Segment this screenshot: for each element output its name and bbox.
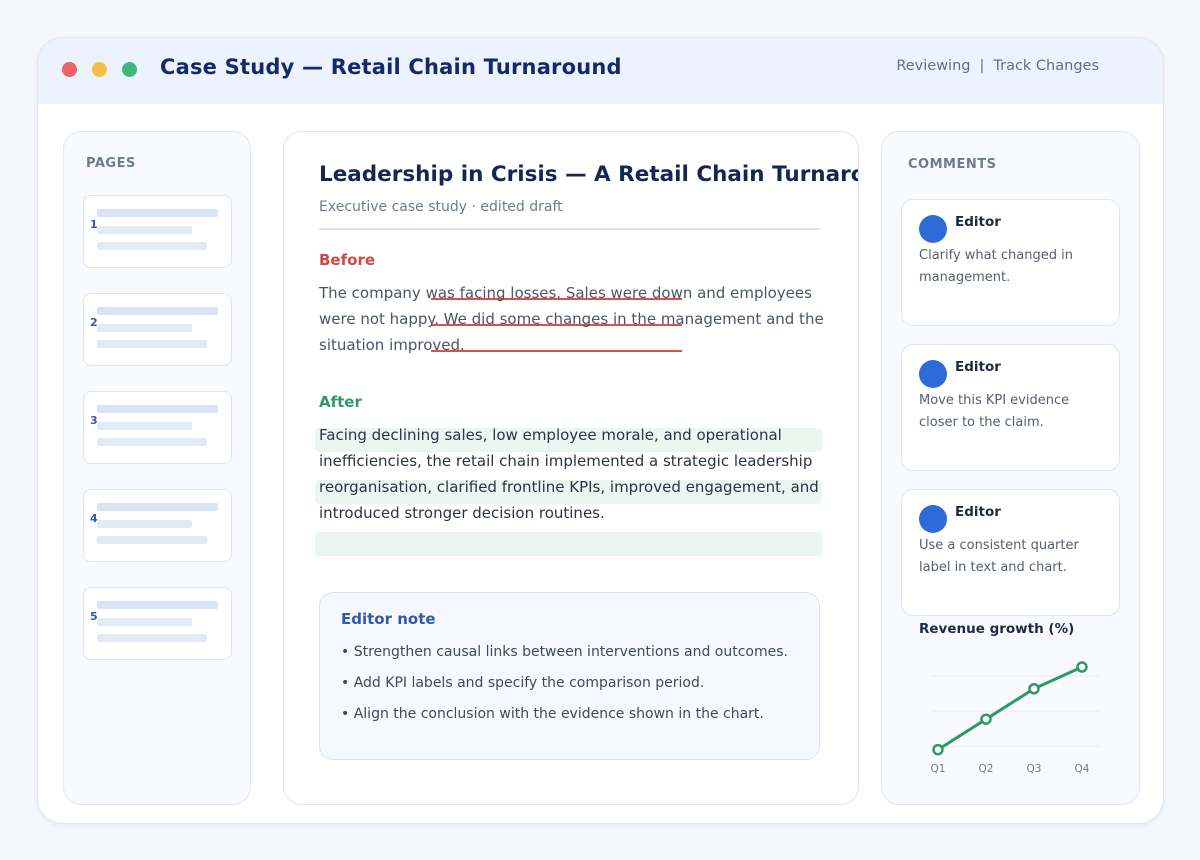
- editor-note-item: • Align the conclusion with the evidence…: [341, 706, 764, 722]
- revenue-growth-chart: Q1 Q2 Q3 Q4: [931, 661, 1100, 775]
- review-mode-indicator: Reviewing | Track Changes: [896, 58, 1099, 74]
- editor-note-title: Editor note: [341, 610, 436, 628]
- comments-panel: COMMENTS Editor Clarify what changed in …: [881, 131, 1140, 805]
- window-title: Case Study — Retail Chain Turnaround: [160, 55, 622, 79]
- thumbnail-line: [97, 340, 207, 348]
- x-axis-tick-label: Q1: [931, 763, 946, 775]
- thumbnail-line: [97, 520, 192, 528]
- page-thumbnail-5[interactable]: 5: [83, 587, 232, 660]
- editor-note-box: Editor note • Strengthen causal links be…: [319, 592, 820, 760]
- track-changes-label[interactable]: Track Changes: [993, 58, 1099, 74]
- x-axis-tick-label: Q2: [979, 763, 994, 775]
- document-window: Case Study — Retail Chain Turnaround Rev…: [37, 37, 1164, 824]
- chart-data-point: [980, 713, 992, 725]
- thumbnail-line: [97, 503, 218, 511]
- insertion-highlight: [315, 532, 822, 556]
- before-paragraph[interactable]: The company was facing losses. Sales wer…: [319, 280, 831, 358]
- thumbnail-line: [97, 601, 218, 609]
- thumbnail-line: [97, 422, 192, 430]
- thumbnail-line: [97, 324, 192, 332]
- editor-note-item: • Add KPI labels and specify the compari…: [341, 675, 705, 691]
- chart-data-point: [1028, 683, 1040, 695]
- mode-separator: |: [979, 58, 985, 74]
- title-divider: [319, 228, 820, 230]
- thumbnail-line: [97, 226, 192, 234]
- after-heading: After: [319, 393, 362, 411]
- thumbnail-line: [97, 242, 207, 250]
- before-heading: Before: [319, 251, 376, 269]
- chart-data-point: [1076, 661, 1088, 673]
- document-subtitle: Executive case study · edited draft: [319, 199, 563, 215]
- thumbnail-line: [97, 438, 207, 446]
- close-window-button[interactable]: [62, 62, 77, 77]
- maximize-window-button[interactable]: [122, 62, 137, 77]
- thumbnail-line: [97, 405, 218, 413]
- document-title: Leadership in Crisis — A Retail Chain Tu…: [319, 162, 859, 187]
- thumbnail-line: [97, 634, 207, 642]
- chart-data-point: [932, 743, 944, 756]
- x-axis-tick-label: Q3: [1027, 763, 1042, 775]
- minimize-window-button[interactable]: [92, 62, 107, 77]
- page-thumbnail-4[interactable]: 4: [83, 489, 232, 562]
- x-axis-tick-label: Q4: [1075, 763, 1090, 775]
- pages-panel-title: PAGES: [86, 156, 136, 171]
- after-paragraph[interactable]: Facing declining sales, low employee mor…: [319, 422, 831, 526]
- thumbnail-line: [97, 536, 207, 544]
- pages-panel: PAGES 1 2 3 4 5: [63, 131, 251, 805]
- thumbnail-line: [97, 209, 218, 217]
- revenue-series-line: [936, 665, 1084, 752]
- reviewing-label[interactable]: Reviewing: [896, 58, 970, 74]
- thumbnail-line: [97, 618, 192, 626]
- page-thumbnail-3[interactable]: 3: [83, 391, 232, 464]
- editor-note-item: • Strengthen causal links between interv…: [341, 644, 788, 660]
- document-page[interactable]: Leadership in Crisis — A Retail Chain Tu…: [283, 131, 859, 805]
- title-bar: Case Study — Retail Chain Turnaround Rev…: [38, 38, 1163, 104]
- page-thumbnail-2[interactable]: 2: [83, 293, 232, 366]
- page-thumbnail-1[interactable]: 1: [83, 195, 232, 268]
- thumbnail-line: [97, 307, 218, 315]
